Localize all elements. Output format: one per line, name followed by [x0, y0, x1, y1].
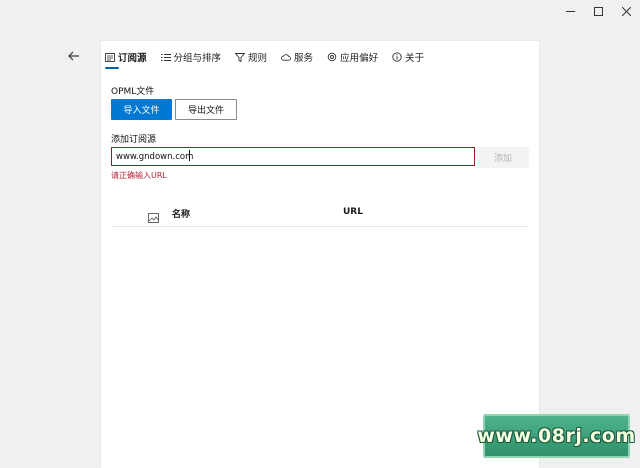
tab-groups-label: 分组与排序: [173, 53, 222, 64]
tab-feeds-label: 订阅源: [118, 53, 147, 64]
watermark-logo: www.08rj.com: [477, 414, 635, 458]
info-icon: [392, 52, 402, 62]
tab-preferences[interactable]: 应用偏好: [327, 50, 378, 64]
text-caret: [189, 150, 190, 161]
tab-about-label: 关于: [405, 53, 425, 64]
tab-services-label: 服务: [294, 53, 314, 64]
tab-groups[interactable]: 分组与排序: [160, 50, 222, 64]
tab-services[interactable]: 服务: [281, 50, 313, 64]
column-header-url[interactable]: URL: [343, 207, 363, 217]
add-button[interactable]: 添加: [477, 147, 529, 168]
opml-section-title: OPML文件: [111, 87, 155, 97]
add-source-title: 添加订阅源: [111, 135, 157, 145]
import-file-button[interactable]: 导入文件: [111, 99, 172, 120]
settings-panel: 订阅源 分组与排序 规则 服务 应用偏好 关于 OPML文件 导入文件 导出文件…: [101, 41, 539, 468]
column-header-name[interactable]: 名称: [172, 207, 190, 220]
url-error-message: 请正确输入URL: [111, 171, 167, 180]
settings-tabs: 订阅源 分组与排序 规则 服务 应用偏好 关于: [105, 49, 438, 65]
tab-feeds[interactable]: 订阅源: [105, 50, 147, 64]
filter-icon: [235, 52, 246, 62]
sources-table-header: 名称 URL: [111, 203, 529, 225]
tab-preferences-label: 应用偏好: [340, 53, 379, 64]
maximize-icon: [593, 6, 603, 16]
image-icon: [148, 208, 159, 223]
minimize-icon: [565, 10, 575, 12]
tab-about[interactable]: 关于: [392, 50, 424, 64]
close-icon: [621, 6, 631, 16]
export-file-button[interactable]: 导出文件: [175, 99, 237, 120]
back-button[interactable]: [64, 46, 84, 66]
feed-icon: [105, 52, 115, 62]
gear-icon: [327, 52, 337, 62]
minimize-button[interactable]: [556, 0, 584, 22]
cloud-icon: [281, 52, 291, 62]
watermark-text: www.08rj.com: [477, 425, 636, 447]
table-header-divider: [111, 226, 529, 227]
maximize-button[interactable]: [584, 0, 612, 22]
close-button[interactable]: [612, 0, 640, 22]
list-icon: [160, 52, 171, 62]
tab-rules[interactable]: 规则: [235, 50, 267, 64]
tab-rules-label: 规则: [248, 53, 268, 64]
source-url-input[interactable]: [111, 147, 475, 166]
window-controls: [556, 0, 640, 22]
active-tab-indicator: [105, 67, 119, 69]
arrow-left-icon: [68, 51, 79, 61]
